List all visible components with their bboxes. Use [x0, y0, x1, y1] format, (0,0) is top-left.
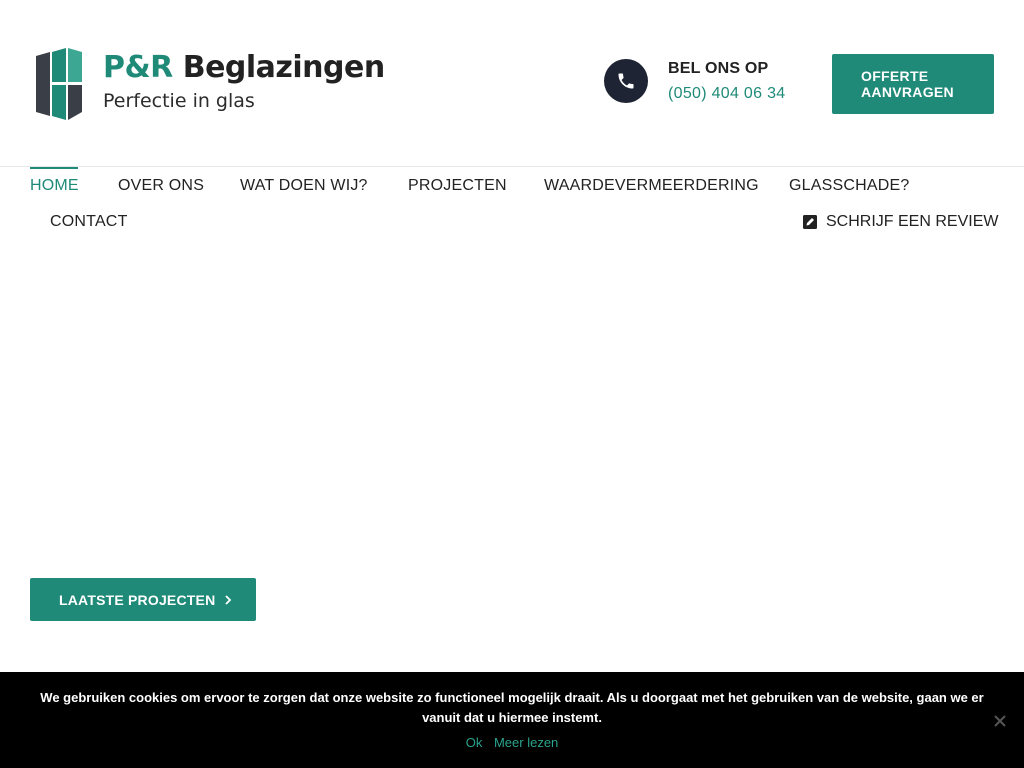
latest-projects-button[interactable]: LAATSTE PROJECTEN — [30, 578, 256, 621]
phone-number-link[interactable]: (050) 404 06 34 — [668, 85, 785, 103]
nav-active-indicator — [30, 167, 78, 169]
logo-brand: P&R Beglazingen — [103, 50, 385, 85]
nav-item-waardevermeerdering[interactable]: WAARDEVERMEERDERING — [544, 177, 759, 195]
cta-label: LAATSTE PROJECTEN — [59, 591, 216, 608]
site-logo[interactable]: P&R Beglazingen Perfectie in glas — [36, 48, 385, 120]
cookie-actions: Ok Meer lezen — [0, 735, 1024, 750]
nav-item-over-ons[interactable]: OVER ONS — [118, 177, 204, 195]
nav-item-home[interactable]: HOME — [30, 177, 79, 195]
logo-brand-suffix: Beglazingen — [182, 50, 386, 85]
logo-brand-prefix: P&R — [103, 50, 173, 85]
chevron-right-icon — [225, 594, 232, 605]
cookie-banner: We gebruiken cookies om ervoor te zorgen… — [0, 672, 1024, 768]
window-panes-logo-icon — [36, 48, 82, 120]
cookie-message: We gebruiken cookies om ervoor te zorgen… — [40, 690, 984, 725]
review-label: SCHRIJF EEN REVIEW — [826, 213, 999, 230]
close-icon[interactable] — [993, 714, 1007, 728]
nav-item-projecten[interactable]: PROJECTEN — [408, 177, 507, 195]
nav-item-glasschade[interactable]: GLASSCHADE? — [789, 177, 909, 195]
write-review-link[interactable]: SCHRIJF EEN REVIEW — [803, 212, 998, 232]
offerte-button-line2: AANVRAGEN — [861, 84, 954, 100]
phone-button[interactable] — [604, 59, 648, 103]
nav-item-contact[interactable]: CONTACT — [50, 213, 128, 231]
offerte-button-line1: OFFERTE — [861, 68, 929, 84]
cookie-ok-button[interactable]: Ok — [466, 735, 483, 750]
offerte-aanvragen-button[interactable]: OFFERTE AANVRAGEN — [832, 54, 994, 114]
edit-square-icon — [803, 215, 817, 229]
phone-icon — [618, 73, 634, 89]
call-label: BEL ONS OP — [668, 60, 769, 77]
site-header: P&R Beglazingen Perfectie in glas BEL ON… — [0, 0, 1024, 167]
cookie-more-link[interactable]: Meer lezen — [494, 735, 558, 750]
logo-tagline: Perfectie in glas — [103, 90, 255, 112]
nav-item-wat-doen-wij[interactable]: WAT DOEN WIJ? — [240, 177, 368, 195]
